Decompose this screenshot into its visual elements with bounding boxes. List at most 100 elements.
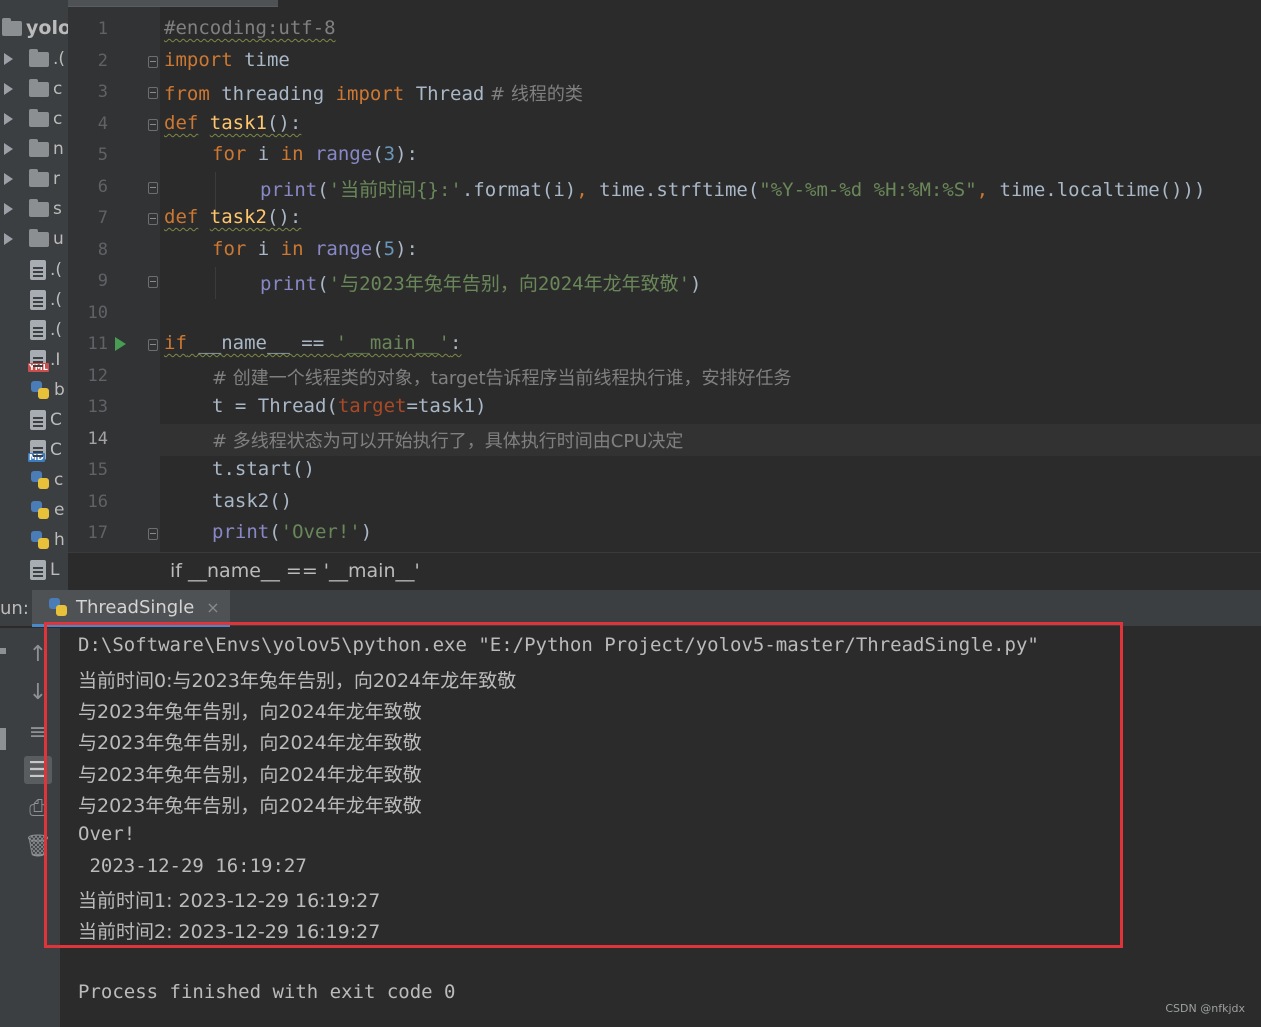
tree-folder-row[interactable]: c xyxy=(4,75,62,103)
expand-arrow-icon[interactable] xyxy=(4,53,13,65)
yml-tag: YML xyxy=(28,363,49,372)
project-root-label: yolo xyxy=(26,17,68,39)
line-number: 13 xyxy=(87,397,108,417)
tree-item-label: r xyxy=(53,169,60,189)
yml-file-icon: YML xyxy=(28,350,49,372)
code-comment: #encoding:utf-8 xyxy=(164,17,336,39)
code-keyword: from xyxy=(164,83,210,105)
tree-item-label: u xyxy=(53,229,64,249)
expand-arrow-icon[interactable] xyxy=(4,113,13,125)
stop-indicator-icon xyxy=(0,728,6,750)
code-text: t = Thread( xyxy=(212,395,338,417)
code-text: __name__ == xyxy=(186,332,336,354)
line-number: 1 xyxy=(97,19,108,39)
close-tab-icon[interactable]: × xyxy=(206,598,219,617)
python-file-icon xyxy=(30,380,50,400)
tree-folder-row[interactable]: r xyxy=(4,165,60,193)
code-line-15: t.start() xyxy=(212,458,315,480)
tree-item-label: s xyxy=(53,199,62,219)
code-line-11: if __name__ == '__main__': xyxy=(164,332,461,354)
tree-item-label: C xyxy=(50,410,62,430)
code-line-1: #encoding:utf-8 xyxy=(164,17,336,39)
code-keyword-argument: target xyxy=(337,395,407,417)
code-line-14: # 多线程状态为可以开始执行了，具体执行时间由CPU决定 xyxy=(212,431,684,452)
code-line-16: task2() xyxy=(212,490,293,512)
code-keyword: in xyxy=(280,238,304,260)
line-number: 4 xyxy=(97,114,108,134)
code-keyword: def xyxy=(164,206,199,228)
code-text: ): xyxy=(395,238,418,260)
tree-folder-row[interactable]: u xyxy=(4,225,64,253)
code-string: '当前时间{}:' xyxy=(328,179,462,201)
code-text: Thread xyxy=(404,83,485,105)
editor-breadcrumb[interactable]: if __name__ == '__main__' xyxy=(68,552,1261,590)
code-line-9: print('与2023年兔年告别，向2024年龙年致敬') xyxy=(260,269,702,296)
text-file-icon xyxy=(30,290,46,310)
fold-marker-icon[interactable] xyxy=(148,87,158,99)
python-file-icon xyxy=(30,500,50,520)
line-number: 14 xyxy=(87,429,108,449)
fold-marker-icon[interactable] xyxy=(148,213,158,225)
folder-icon xyxy=(29,108,49,127)
tree-folder-row[interactable]: .( xyxy=(4,45,65,73)
tree-item-label: .( xyxy=(53,49,66,69)
fold-marker-icon[interactable] xyxy=(148,182,158,194)
code-punct: , xyxy=(576,179,588,201)
folder-icon xyxy=(29,78,49,97)
fold-marker-icon[interactable] xyxy=(148,276,158,288)
tree-file-row[interactable]: h xyxy=(30,526,65,554)
tree-item-label: c xyxy=(53,79,63,99)
tree-folder-row[interactable]: s xyxy=(4,195,62,223)
code-builtin: print xyxy=(212,521,270,543)
line-number: 9 xyxy=(97,271,108,291)
console-exit-line: Process finished with exit code 0 xyxy=(78,981,456,1003)
tree-file-row[interactable]: .( xyxy=(30,256,62,284)
line-number: 16 xyxy=(87,492,108,512)
fold-marker-icon[interactable] xyxy=(148,339,158,351)
rerun-indicator-icon xyxy=(0,648,6,654)
tree-file-row[interactable]: L xyxy=(30,556,59,584)
code-editor[interactable]: 1 2 3 4 5 6 7 8 9 10 11 12 13 14 15 16 17 #encoding:utf-… xyxy=(68,7,1261,552)
code-punct: , xyxy=(976,179,989,201)
tree-file-row[interactable]: c xyxy=(30,466,63,494)
expand-arrow-icon[interactable] xyxy=(4,203,13,215)
expand-arrow-icon[interactable] xyxy=(4,143,13,155)
tree-item-label: .( xyxy=(50,320,63,340)
expand-arrow-icon[interactable] xyxy=(4,173,13,185)
line-number: 12 xyxy=(87,366,108,386)
tree-item-label: C xyxy=(50,440,62,460)
tree-file-row[interactable]: .( xyxy=(30,316,62,344)
line-number: 10 xyxy=(87,303,108,323)
tree-file-row[interactable]: C xyxy=(30,406,62,434)
python-run-icon xyxy=(48,597,68,617)
code-text: time.strftime( xyxy=(587,179,760,201)
expand-arrow-icon[interactable] xyxy=(4,83,13,95)
code-builtin: range xyxy=(303,143,373,165)
expand-arrow-icon[interactable] xyxy=(4,233,13,245)
code-line-5: for i in range(3): xyxy=(212,143,418,165)
tree-item-label: c xyxy=(53,109,63,129)
tree-item-label: .( xyxy=(50,290,63,310)
fold-marker-icon[interactable] xyxy=(148,528,158,540)
tree-folder-row[interactable]: c xyxy=(4,105,62,133)
editor-file-tab[interactable] xyxy=(68,0,278,7)
tree-file-row[interactable]: YML .I xyxy=(28,346,60,374)
run-gutter-icon[interactable] xyxy=(115,337,126,351)
code-line-17: print('Over!') xyxy=(212,521,372,543)
project-root[interactable]: yolo xyxy=(2,14,68,42)
tree-file-row[interactable]: e xyxy=(30,496,64,524)
code-line-13: t = Thread(target=task1) xyxy=(212,395,487,417)
code-keyword: for xyxy=(212,143,247,165)
tree-file-row[interactable]: MD C xyxy=(28,436,62,464)
tree-file-row[interactable]: .( xyxy=(30,286,62,314)
tree-file-row[interactable]: b xyxy=(30,376,65,404)
code-line-2: import time xyxy=(164,49,290,71)
fold-marker-icon[interactable] xyxy=(148,119,158,131)
line-number: 17 xyxy=(87,523,108,543)
breadcrumb-item[interactable]: if __name__ == '__main__' xyxy=(170,560,420,582)
code-keyword: import xyxy=(335,83,405,105)
fold-marker-icon[interactable] xyxy=(148,56,158,68)
watermark: CSDN @nfkjdx xyxy=(1165,1002,1245,1015)
tree-folder-row[interactable]: n xyxy=(4,135,64,163)
line-number: 6 xyxy=(97,177,108,197)
